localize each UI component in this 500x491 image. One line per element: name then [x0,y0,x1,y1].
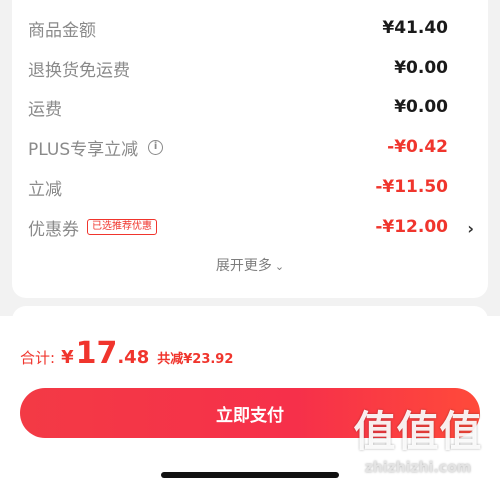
row-plus-discount: PLUS专享立减 i -¥0.42 [28,132,448,162]
row-instant-discount: 立减 -¥11.50 [28,172,448,202]
row-coupon[interactable]: 优惠券 已选推荐优惠 -¥12.00 [28,212,448,242]
row-label: 退换货免运费 [28,60,130,81]
total-saved-text: 共减¥23.92 [157,352,234,367]
row-goods-amount: 商品金额 ¥41.40 [28,13,448,43]
chevron-down-icon: ⌄ [274,260,285,273]
row-value: -¥0.42 [387,137,448,157]
home-indicator[interactable] [161,472,339,478]
row-value: ¥0.00 [394,58,448,78]
checkout-bar: 合计: ¥ 17 .48 共减¥23.92 立即支付 值值值 zhizhizhi… [0,316,500,491]
total-line: 合计: ¥ 17 .48 共减¥23.92 [20,336,233,371]
total-amount-decimal: .48 [117,347,150,368]
row-label: 优惠券 [28,219,79,240]
row-shipping-fee: 运费 ¥0.00 [28,92,448,122]
row-label: 运费 [28,99,62,120]
row-label: 立减 [28,179,62,200]
row-label: PLUS专享立减 [28,139,139,160]
total-label: 合计: [20,349,56,367]
row-label: 商品金额 [28,20,96,41]
currency-symbol: ¥ [61,347,74,368]
chevron-right-icon[interactable]: › [467,219,474,238]
row-value: -¥11.50 [375,177,448,197]
expand-more-button[interactable]: 展开更多 ⌄ [12,255,488,275]
coupon-tag-badge: 已选推荐优惠 [87,219,157,235]
watermark: 值值值 zhizhizhi.com [348,406,488,476]
total-amount-integer: 17 [75,336,118,371]
watermark-logo: 值值值 [353,407,483,456]
expand-more-label: 展开更多 [215,258,272,274]
watermark-url: zhizhizhi.com [364,460,472,476]
row-value: ¥41.40 [382,18,448,38]
row-free-return-shipping: 退换货免运费 ¥0.00 [28,53,448,83]
order-summary-card: 商品金额 ¥41.40 退换货免运费 ¥0.00 运费 ¥0.00 PLUS专享… [12,0,488,298]
info-icon[interactable]: i [148,139,164,155]
row-value: -¥12.00 [375,217,448,237]
row-value: ¥0.00 [394,97,448,117]
